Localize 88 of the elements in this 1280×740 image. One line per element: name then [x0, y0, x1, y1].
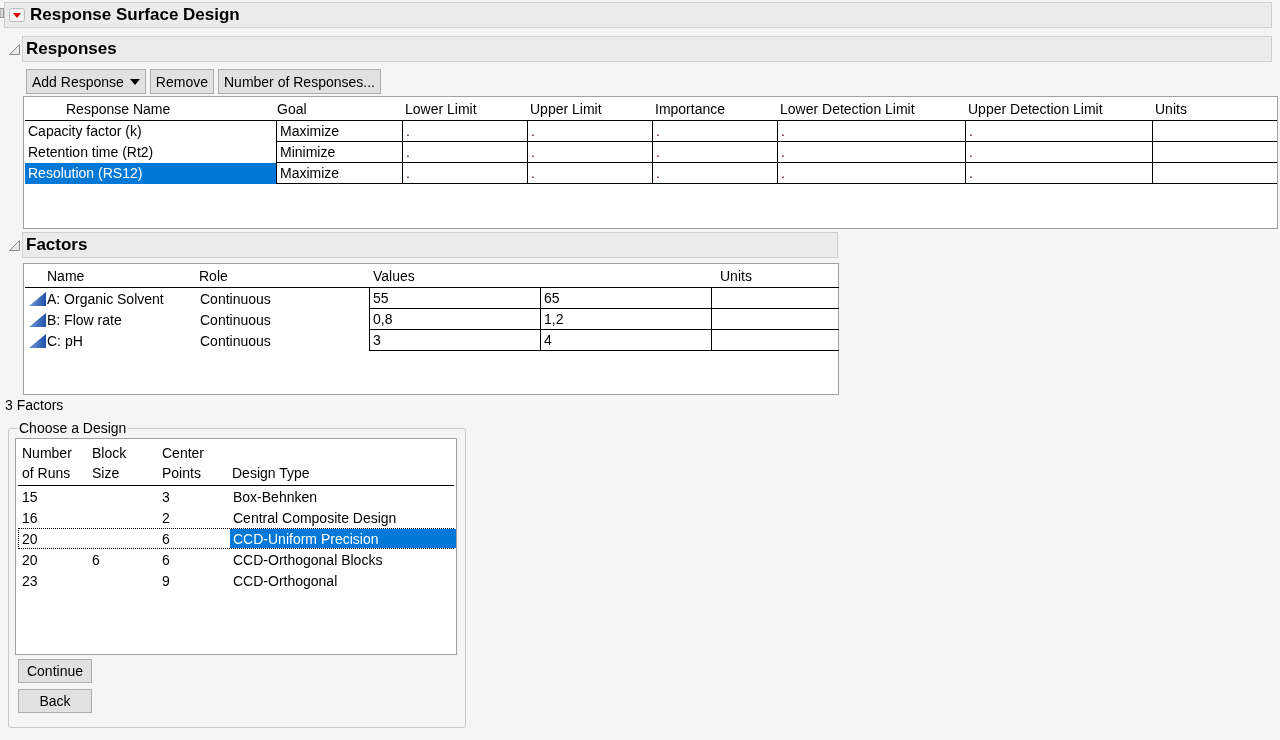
table-cell[interactable]: .: [777, 121, 965, 142]
response-name-cell[interactable]: Capacity factor (k): [25, 121, 276, 142]
value-cell[interactable]: 0,8: [369, 309, 540, 330]
empty-cell[interactable]: [711, 330, 839, 351]
column-header: Role: [199, 268, 228, 284]
value-cell[interactable]: 65: [540, 288, 711, 309]
section-title: Factors: [26, 235, 88, 255]
column-header: Number of Runs: [21, 444, 73, 483]
table-cell[interactable]: .: [402, 163, 527, 184]
runs-cell[interactable]: 20: [19, 530, 38, 547]
factor-role: Continuous: [199, 290, 271, 307]
table-cell[interactable]: .: [652, 142, 777, 163]
center-points-cell[interactable]: 3: [159, 488, 170, 505]
table-cell[interactable]: .: [652, 121, 777, 142]
caret-icon: [129, 78, 140, 85]
center-points-cell[interactable]: 6: [159, 551, 170, 568]
group-label: Choose a Design: [18, 420, 128, 436]
empty-cell[interactable]: [1152, 163, 1277, 184]
collapse-triangle-icon[interactable]: [9, 239, 20, 251]
table-cell[interactable]: .: [965, 121, 1152, 142]
runs-cell[interactable]: 16: [19, 509, 38, 526]
ramp-triangle-icon[interactable]: [29, 291, 46, 306]
collapse-triangle-icon[interactable]: [9, 43, 20, 55]
empty-cell[interactable]: [1152, 121, 1277, 142]
column-header: Lower Limit: [405, 101, 477, 117]
column-header: Values: [373, 268, 415, 284]
goal-cell[interactable]: Minimize: [276, 142, 402, 163]
action-button[interactable]: Continue: [18, 659, 92, 683]
center-points-cell[interactable]: 6: [159, 530, 170, 547]
column-header: Block Size: [91, 444, 128, 483]
column-header: Units: [720, 268, 752, 284]
design-type-cell[interactable]: CCD-Orthogonal: [230, 571, 456, 590]
center-points-cell[interactable]: 9: [159, 572, 170, 589]
value-cell[interactable]: 4: [540, 330, 711, 351]
column-header: Design Type: [231, 464, 311, 483]
table-cell[interactable]: .: [965, 163, 1152, 184]
factor-name: A: Organic Solvent: [46, 290, 164, 307]
table-cell[interactable]: .: [965, 142, 1152, 163]
table-cell[interactable]: .: [402, 142, 527, 163]
design-type-cell[interactable]: Central Composite Design: [230, 508, 456, 527]
table-cell[interactable]: .: [527, 142, 652, 163]
column-header: Center Points: [161, 444, 206, 483]
action-button[interactable]: Back: [18, 689, 92, 713]
table-cell[interactable]: .: [777, 142, 965, 163]
table-cell[interactable]: .: [652, 163, 777, 184]
triangle-menu-icon[interactable]: [9, 8, 25, 22]
value-cell[interactable]: 3: [369, 330, 540, 351]
value-cell[interactable]: 55: [369, 288, 540, 309]
ramp-triangle-icon[interactable]: [29, 312, 46, 327]
goal-cell[interactable]: Maximize: [276, 121, 402, 142]
column-header: Lower Detection Limit: [780, 101, 915, 117]
factor-name: C: pH: [46, 332, 83, 349]
table-cell[interactable]: .: [527, 121, 652, 142]
column-header: Upper Limit: [530, 101, 602, 117]
center-points-cell[interactable]: 2: [159, 509, 170, 526]
empty-cell[interactable]: [711, 309, 839, 330]
toolbar-button[interactable]: Remove: [149, 69, 214, 94]
response-name-cell[interactable]: Retention time (Rt2): [25, 142, 276, 163]
value-cell[interactable]: 1,2: [540, 309, 711, 330]
column-header: Units: [1155, 101, 1187, 117]
factor-name: B: Flow rate: [46, 311, 122, 328]
runs-cell[interactable]: 15: [19, 488, 38, 505]
column-header: Upper Detection Limit: [968, 101, 1103, 117]
table-cell[interactable]: .: [402, 121, 527, 142]
factor-role: Continuous: [199, 311, 271, 328]
window-title: Response Surface Design: [30, 5, 240, 25]
toolbar-button[interactable]: Number of Responses...: [218, 69, 381, 94]
factor-count: 3 Factors: [5, 397, 64, 414]
response-name-cell[interactable]: Resolution (RS12): [25, 163, 276, 184]
empty-cell[interactable]: [711, 288, 839, 309]
column-header: Goal: [277, 101, 307, 117]
empty-cell[interactable]: [1152, 142, 1277, 163]
factor-role: Continuous: [199, 332, 271, 349]
column-header: Importance: [655, 101, 726, 117]
column-header: Response Name: [66, 101, 171, 117]
section-title: Responses: [26, 39, 117, 59]
table-cell[interactable]: .: [527, 163, 652, 184]
design-type-cell[interactable]: CCD-Uniform Precision: [230, 529, 456, 548]
design-type-cell[interactable]: Box-Behnken: [230, 487, 456, 506]
goal-cell[interactable]: Maximize: [276, 163, 402, 184]
runs-cell[interactable]: 20: [19, 551, 38, 568]
table-cell[interactable]: .: [777, 163, 965, 184]
runs-cell[interactable]: 23: [19, 572, 38, 589]
design-type-cell[interactable]: CCD-Orthogonal Blocks: [230, 550, 456, 569]
dropdown-button[interactable]: Add Response: [26, 69, 146, 94]
block-size-cell[interactable]: 6: [89, 551, 100, 568]
ramp-triangle-icon[interactable]: [29, 333, 46, 348]
column-header: Name: [47, 268, 85, 284]
